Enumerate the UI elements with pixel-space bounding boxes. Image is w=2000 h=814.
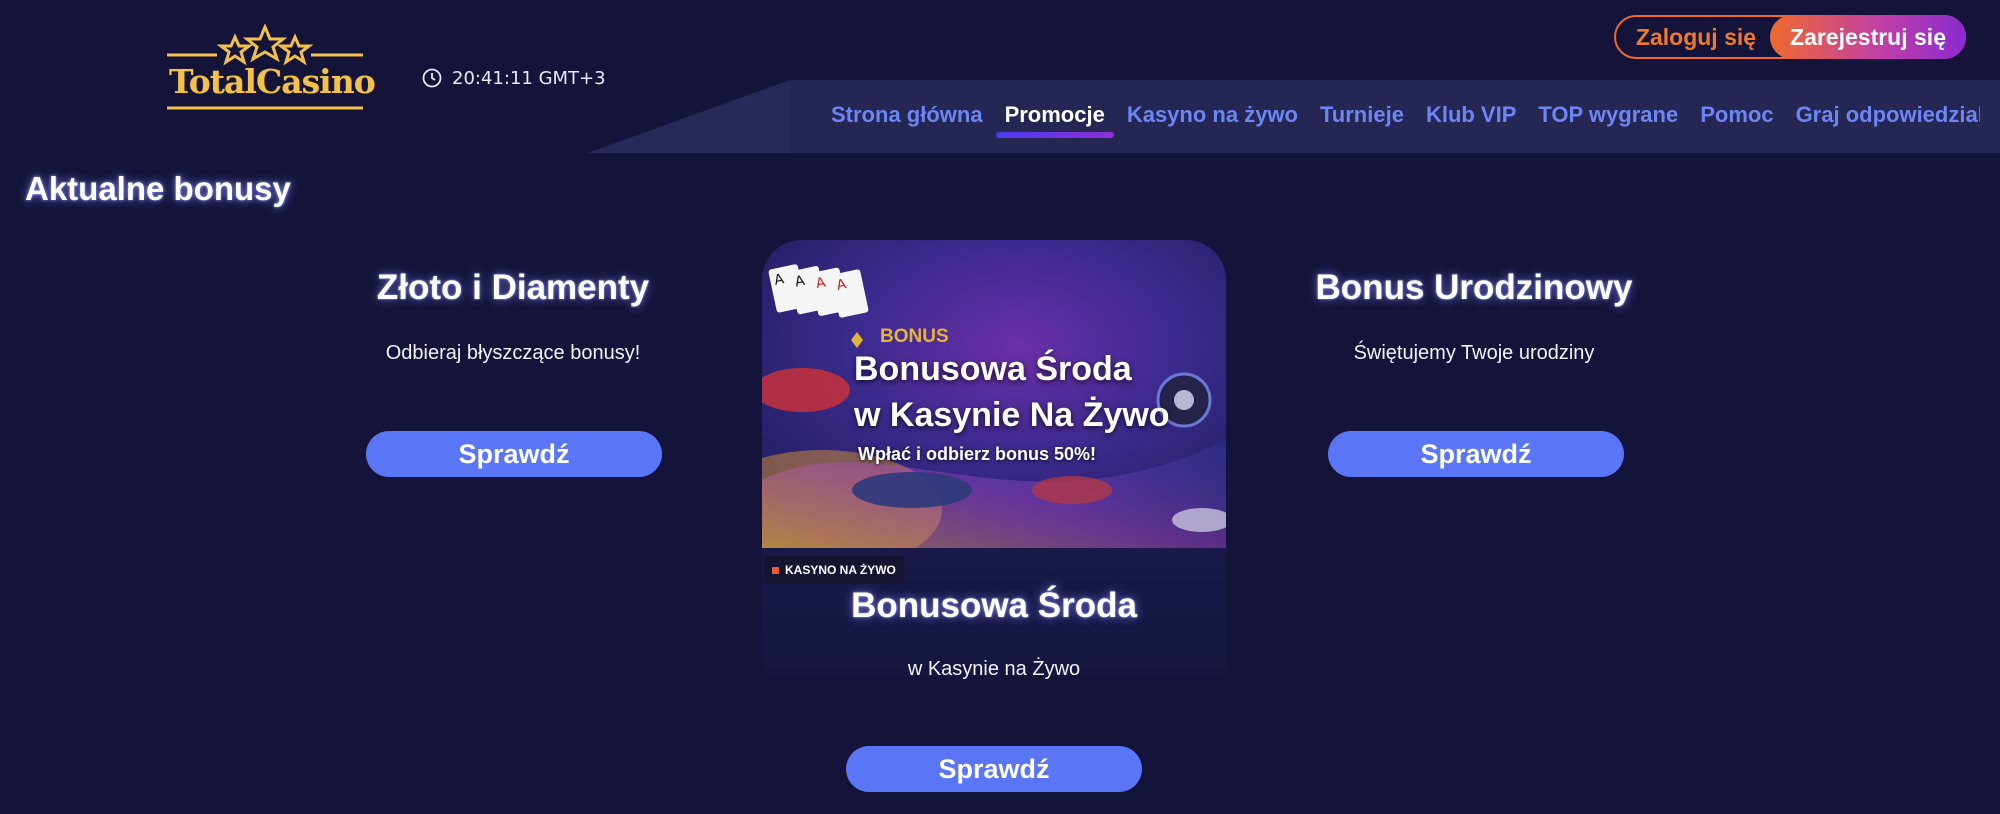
promo-card-birthday: Bonus Urodzinowy Świętujemy Twoje urodzi… [1264,268,1684,365]
clock-icon [422,68,442,88]
nav-item-promotions[interactable]: Promocje [994,98,1116,138]
register-button[interactable]: Zarejestruj się [1770,15,1966,59]
clock-time: 20:41:11 GMT+3 [452,67,606,89]
promo-card-bonus-wednesday[interactable]: A A A A BONUS Bonusowa Środa w Kasynie N… [762,240,1226,676]
main-nav: Strona główna Promocje Kasyno na żywo Tu… [820,98,1980,138]
page-title: Aktualne bonusy [25,170,291,207]
card-description: Świętujemy Twoje urodziny [1353,342,1595,364]
nav-item-top-wins[interactable]: TOP wygrane [1527,98,1689,138]
nav-item-label: Kasyno na żywo [1126,102,1298,127]
nav-item-vip-club[interactable]: Klub VIP [1415,98,1527,138]
logo[interactable]: TotalCasino [165,24,376,114]
nav-item-label: Klub VIP [1425,102,1517,127]
nav-item-label: Pomoc [1700,102,1774,127]
nav-item-responsible-gaming[interactable]: Graj odpowiedzialni [1785,98,1980,138]
casino-banner-art: A A A A [762,240,1226,548]
promo-card-gold-diamonds: Złoto i Diamenty Odbieraj błyszczące bon… [303,268,723,365]
badge-label: KASYNO NA ŻYWO [785,563,896,577]
nav-item-label: Strona główna [831,102,983,127]
active-tab-indicator [995,132,1114,138]
banner-headline-1: Bonusowa Środa [854,350,1132,388]
promo-banner-image: A A A A BONUS Bonusowa Środa w Kasynie N… [762,240,1226,548]
nav-item-label: Turnieje [1319,102,1404,127]
live-casino-badge: KASYNO NA ŻYWO [764,556,904,584]
card-title: Złoto i Diamenty [376,268,650,307]
clock: 20:41:11 GMT+3 [422,66,606,90]
check-button-birthday[interactable]: Sprawdź [1328,431,1624,477]
check-button-bonus-wednesday[interactable]: Sprawdź [846,746,1142,792]
banner-headline-2: w Kasynie Na Żywo [854,396,1170,434]
nav-item-label: Promocje [1004,102,1105,127]
nav-item-live-casino[interactable]: Kasyno na żywo [1116,98,1309,138]
check-button-gold-diamonds[interactable]: Sprawdź [366,431,662,477]
nav-item-tournaments[interactable]: Turnieje [1309,98,1415,138]
live-dot-icon [772,566,779,574]
card-description-bonus-wednesday: w Kasynie na Żywo [907,658,1081,680]
card-description: Odbieraj błyszczące bonusy! [385,342,641,364]
page: TotalCasino 20:41:11 GMT+3 Zaloguj się Z… [0,0,2000,814]
card-title: Bonusowa Środa [851,586,1137,625]
nav-item-help[interactable]: Pomoc [1689,98,1784,138]
auth-buttons: Zaloguj się Zarejestruj się [1614,15,1966,59]
nav-item-label: Graj odpowiedzialni [1795,102,1980,127]
card-title: Bonus Urodzinowy [1315,268,1633,307]
nav-item-label: TOP wygrane [1538,102,1679,127]
login-button[interactable]: Zaloguj się [1616,17,1776,57]
banner-subtitle: Wpłać i odbierz bonus 50%! [858,444,1097,464]
logo-text: TotalCasino [169,62,376,101]
banner-tag: BONUS [880,326,949,347]
nav-item-home[interactable]: Strona główna [820,98,994,138]
